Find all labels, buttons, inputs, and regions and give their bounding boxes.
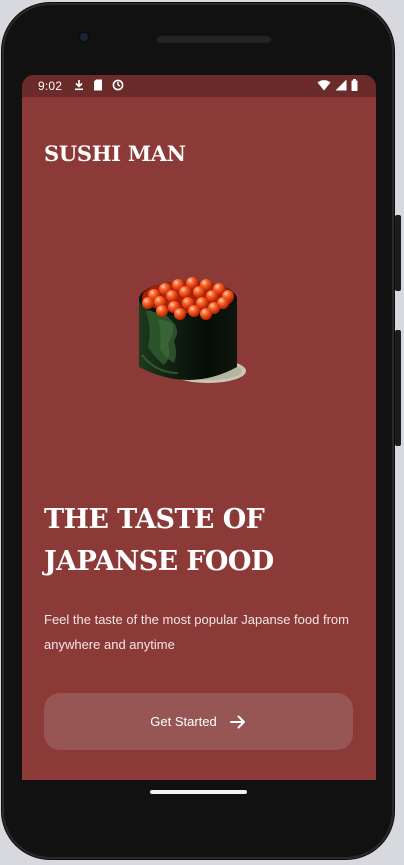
status-notifications [74,79,124,91]
download-icon [75,80,83,91]
subtitle-text: Feel the taste of the most popular Japan… [44,612,349,652]
arrow-right-icon [229,715,245,728]
status-time: 9:02 [38,79,63,93]
status-bar: 9:02 [22,75,376,97]
power-button[interactable] [395,215,401,291]
brand-title: SUSHI MAN [44,141,186,166]
sync-icon [112,79,124,91]
app-screen: 9:02 SUSHI MAN THE TASTE OF JAPANSE FOOD… [22,75,376,780]
headline: THE TASTE OF JAPANSE FOOD [44,499,354,583]
wifi-icon [317,80,331,91]
volume-button[interactable] [395,330,401,446]
sushi-hero-image [134,269,254,395]
status-system-icons [317,79,358,91]
headline-line-1: THE TASTE OF [44,504,265,535]
get-started-button[interactable]: Get Started [44,693,353,750]
get-started-label: Get Started [150,714,217,729]
front-camera [78,31,90,43]
battery-icon [351,79,358,91]
cell-signal-icon [335,79,347,91]
sd-card-icon [94,79,102,91]
home-indicator[interactable] [150,790,247,794]
earpiece-speaker [156,34,272,43]
phone-frame: 9:02 SUSHI MAN THE TASTE OF JAPANSE FOOD… [2,3,394,859]
device-stage: 9:02 SUSHI MAN THE TASTE OF JAPANSE FOOD… [0,0,404,865]
headline-line-2: JAPANSE FOOD [44,546,274,577]
